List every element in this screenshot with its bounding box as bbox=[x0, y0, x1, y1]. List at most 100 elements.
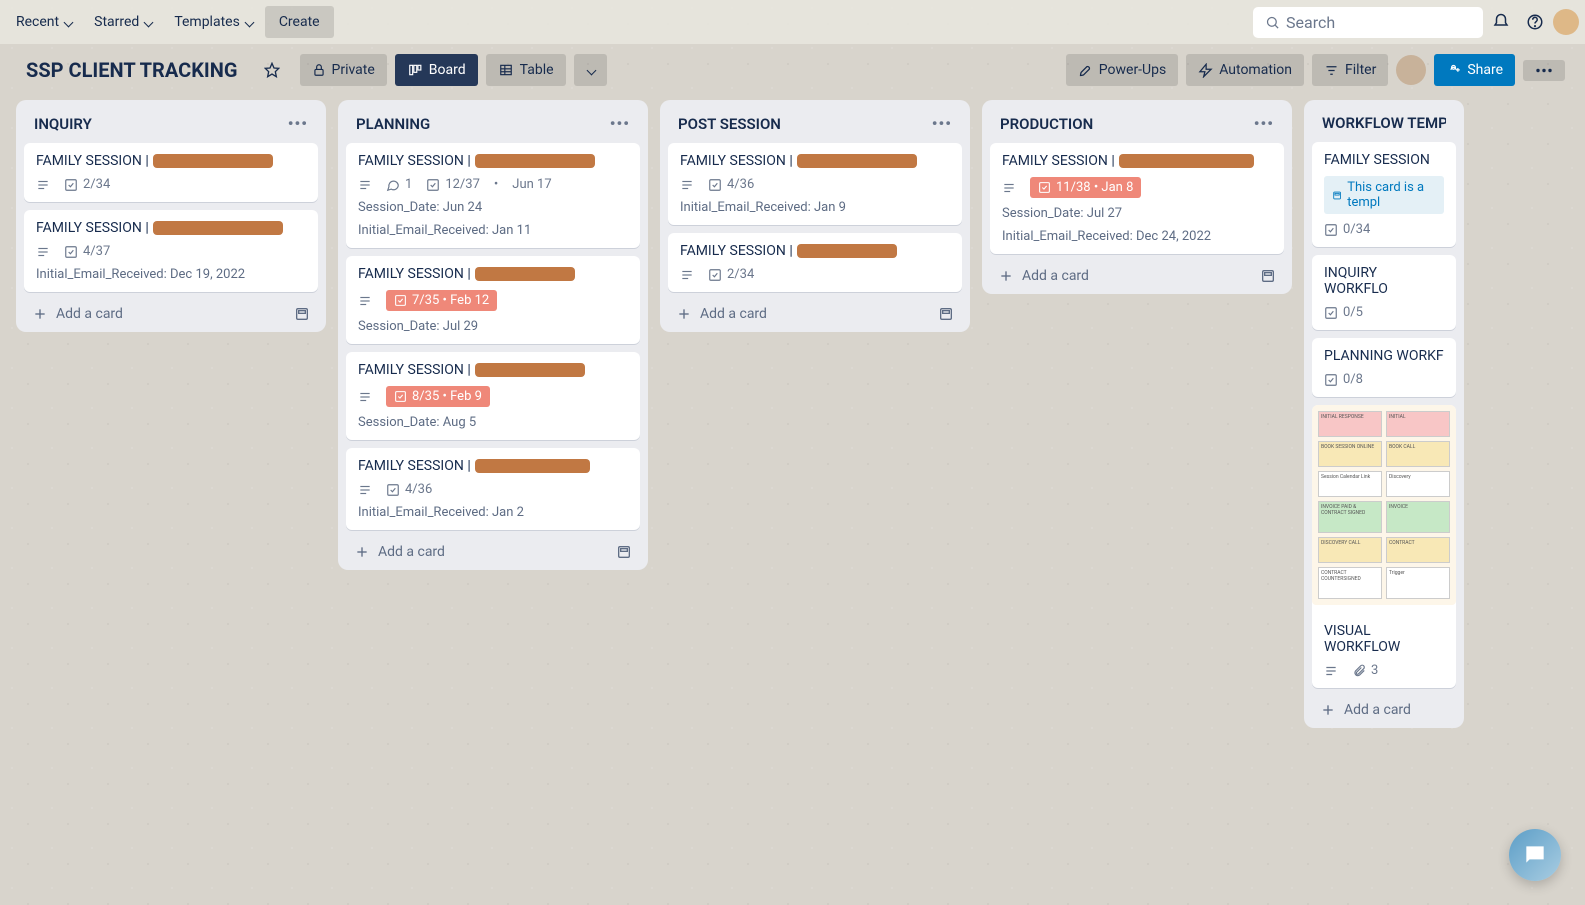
description-icon bbox=[1324, 664, 1338, 678]
comments-count: 1 bbox=[405, 177, 412, 192]
star-button[interactable] bbox=[252, 54, 292, 86]
add-card-button[interactable]: Add a card bbox=[668, 300, 962, 324]
card[interactable]: FAMILY SESSION | 4/37 Initial_Email_Rece… bbox=[24, 210, 318, 292]
description-icon bbox=[358, 390, 372, 404]
bolt-icon bbox=[1198, 63, 1213, 78]
share-button[interactable]: Share bbox=[1434, 54, 1515, 86]
card-custom-field: Session_Date: Jul 29 bbox=[358, 319, 628, 334]
template-badge-text: This card is a templ bbox=[1347, 180, 1436, 210]
add-card-button[interactable]: Add a card bbox=[346, 538, 640, 562]
card[interactable]: FAMILY SESSION | 4/36 Initial_Email_Rece… bbox=[346, 448, 640, 530]
add-card-label: Add a card bbox=[1022, 268, 1089, 284]
list-menu-button[interactable]: ••• bbox=[1254, 114, 1274, 133]
template-icon[interactable] bbox=[616, 544, 632, 560]
help-button[interactable] bbox=[1519, 6, 1551, 38]
automation-button[interactable]: Automation bbox=[1186, 54, 1304, 86]
checklist-due-badge: 7/35 • Feb 12 bbox=[386, 290, 497, 311]
plus-icon bbox=[32, 306, 48, 322]
add-card-button[interactable]: Add a card bbox=[24, 300, 318, 324]
redacted-name bbox=[153, 154, 273, 168]
card-title: PLANNING WORKF bbox=[1324, 348, 1444, 364]
nav-recent[interactable]: Recent bbox=[6, 8, 82, 36]
add-card-label: Add a card bbox=[700, 306, 767, 322]
checklist-count: 12/37 bbox=[445, 177, 480, 192]
redacted-name bbox=[1119, 154, 1254, 168]
card[interactable]: PLANNING WORKF 0/8 bbox=[1312, 338, 1456, 397]
list-title[interactable]: INQUIRY bbox=[34, 115, 92, 133]
list-title[interactable]: POST SESSION bbox=[678, 115, 781, 133]
template-icon[interactable] bbox=[294, 306, 310, 322]
description-badge bbox=[358, 294, 372, 308]
bell-icon bbox=[1492, 13, 1510, 31]
board-header: SSP CLIENT TRACKING Private Board Table … bbox=[0, 44, 1585, 100]
view-table-button[interactable]: Table bbox=[486, 54, 566, 86]
add-card-button[interactable]: Add a card bbox=[1312, 696, 1456, 720]
list-title[interactable]: WORKFLOW TEMPL bbox=[1322, 114, 1446, 132]
card[interactable]: FAMILY SESSION | 1 12/37 • Jun 17 Sessio… bbox=[346, 143, 640, 248]
checklist-badge: 4/36 bbox=[708, 177, 754, 192]
checklist-count: 4/36 bbox=[405, 482, 432, 497]
comment-icon bbox=[386, 178, 400, 192]
filter-icon bbox=[1324, 63, 1339, 78]
board-title[interactable]: SSP CLIENT TRACKING bbox=[20, 58, 244, 82]
redacted-name bbox=[475, 363, 585, 377]
redacted-name bbox=[475, 459, 590, 473]
card-custom-field: Initial_Email_Received: Jan 2 bbox=[358, 505, 628, 520]
attachment-icon bbox=[1352, 664, 1366, 678]
nav-templates[interactable]: Templates bbox=[164, 8, 263, 36]
filter-button[interactable]: Filter bbox=[1312, 54, 1388, 86]
powerups-button[interactable]: Power-Ups bbox=[1066, 54, 1178, 86]
board-member-avatar[interactable] bbox=[1396, 55, 1426, 85]
badge-separator: • bbox=[494, 177, 498, 192]
card[interactable]: FAMILY SESSION This card is a templ 0/34 bbox=[1312, 142, 1456, 247]
checklist-count: 4/37 bbox=[83, 244, 110, 259]
user-avatar[interactable] bbox=[1553, 9, 1579, 35]
card-custom-field: Session_Date: Jul 27 bbox=[1002, 206, 1272, 221]
card-custom-field: Initial_Email_Received: Dec 19, 2022 bbox=[36, 267, 306, 282]
card[interactable]: FAMILY SESSION | 7/35 • Feb 12 Session_D… bbox=[346, 256, 640, 344]
chevron-down-icon bbox=[244, 14, 253, 30]
list-title[interactable]: PLANNING bbox=[356, 115, 430, 133]
checklist-icon bbox=[708, 178, 722, 192]
template-icon[interactable] bbox=[938, 306, 954, 322]
nav-starred[interactable]: Starred bbox=[84, 8, 162, 36]
card[interactable]: FAMILY SESSION | 2/34 bbox=[24, 143, 318, 202]
checklist-due-badge: 11/38 • Jan 8 bbox=[1030, 177, 1141, 198]
checklist-icon bbox=[386, 483, 400, 497]
chat-icon bbox=[1522, 842, 1548, 868]
list-production: PRODUCTION ••• FAMILY SESSION | 11/38 • … bbox=[982, 100, 1292, 294]
create-button[interactable]: Create bbox=[265, 6, 334, 38]
card[interactable]: FAMILY SESSION | 2/34 bbox=[668, 233, 962, 292]
list-menu-button[interactable]: ••• bbox=[932, 114, 952, 133]
search-input[interactable]: Search bbox=[1253, 7, 1483, 38]
list-title[interactable]: PRODUCTION bbox=[1000, 115, 1093, 133]
list-inquiry: INQUIRY ••• FAMILY SESSION | 2/34 FAMILY… bbox=[16, 100, 326, 332]
description-icon bbox=[36, 178, 50, 192]
plus-icon bbox=[998, 268, 1014, 284]
list-menu-button[interactable]: ••• bbox=[288, 114, 308, 133]
nav-starred-label: Starred bbox=[94, 14, 139, 30]
checklist-badge: 4/37 bbox=[64, 244, 110, 259]
list-menu-button[interactable]: ••• bbox=[610, 114, 630, 133]
view-board-button[interactable]: Board bbox=[395, 54, 478, 86]
checklist-icon bbox=[1038, 181, 1051, 194]
card[interactable]: INITIAL RESPONSEINITIAL BOOK SESSION ONL… bbox=[1312, 405, 1456, 688]
chat-widget-button[interactable] bbox=[1509, 829, 1561, 881]
visibility-label: Private bbox=[332, 62, 375, 78]
board-menu-button[interactable] bbox=[1523, 60, 1565, 81]
card-custom-field: Initial_Email_Received: Jan 11 bbox=[358, 223, 628, 238]
template-badge: This card is a templ bbox=[1324, 176, 1444, 214]
checklist-icon bbox=[1324, 373, 1338, 387]
card[interactable]: FAMILY SESSION | 4/36 Initial_Email_Rece… bbox=[668, 143, 962, 225]
card[interactable]: INQUIRY WORKFLO 0/5 bbox=[1312, 255, 1456, 330]
list-workflow-templates: WORKFLOW TEMPL FAMILY SESSION This card … bbox=[1304, 100, 1464, 728]
view-more-button[interactable] bbox=[574, 54, 607, 86]
card[interactable]: FAMILY SESSION | 11/38 • Jan 8 Session_D… bbox=[990, 143, 1284, 254]
card[interactable]: FAMILY SESSION | 8/35 • Feb 9 Session_Da… bbox=[346, 352, 640, 440]
visibility-button[interactable]: Private bbox=[300, 54, 387, 86]
template-icon[interactable] bbox=[1260, 268, 1276, 284]
board-canvas: INQUIRY ••• FAMILY SESSION | 2/34 FAMILY… bbox=[0, 100, 1585, 768]
notifications-button[interactable] bbox=[1485, 6, 1517, 38]
checklist-due-text: 11/38 • Jan 8 bbox=[1056, 180, 1133, 195]
add-card-button[interactable]: Add a card bbox=[990, 262, 1284, 286]
